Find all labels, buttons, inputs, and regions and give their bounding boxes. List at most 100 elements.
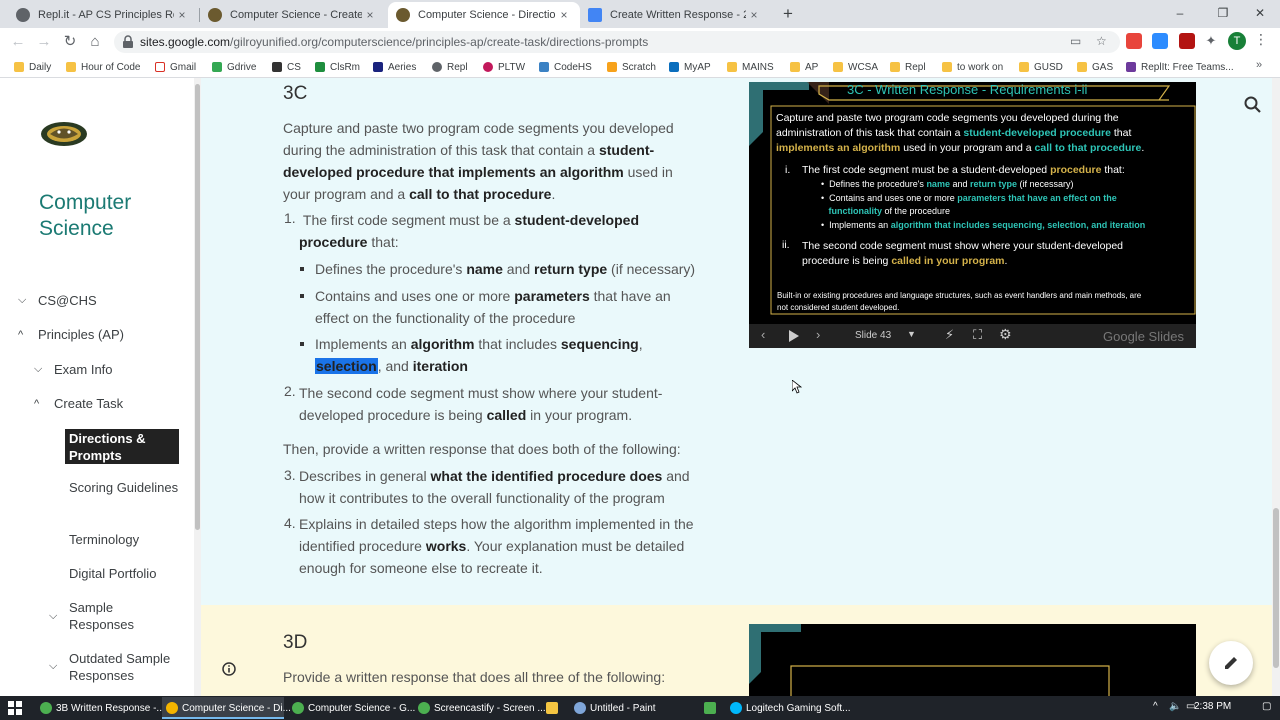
extension-red-icon[interactable] — [1126, 33, 1142, 49]
wildcat-logo-icon[interactable] — [40, 121, 88, 147]
slide-number[interactable]: Slide 43 — [855, 330, 891, 341]
tab-directions[interactable]: Computer Science - Directions & × — [388, 2, 580, 28]
tab-replit[interactable]: Repl.it - AP CS Principles Robot × — [8, 2, 198, 28]
back-arrow-icon[interactable]: ← — [8, 32, 28, 52]
profile-avatar[interactable]: T — [1228, 32, 1246, 50]
chevron-down-icon[interactable]: ⌵ — [18, 294, 30, 306]
nav-create-task[interactable]: Create Task — [54, 395, 123, 412]
folder-icon — [546, 702, 558, 714]
nav-scoring-guidelines[interactable]: Scoring Guidelines — [69, 479, 179, 496]
bookmark-wcsa[interactable]: WCSA — [833, 60, 878, 74]
forward-arrow-icon[interactable]: → — [34, 32, 54, 52]
tab-written-response[interactable]: Create Written Response - 2021 × — [580, 2, 770, 28]
tab-create-task[interactable]: Computer Science - Create Task × — [200, 2, 386, 28]
slide-item-i: The first code segment must be a student… — [802, 164, 1125, 176]
google-slides-brand[interactable]: Google Slides — [1103, 329, 1184, 344]
bookmarks-overflow-icon[interactable]: » — [1256, 59, 1262, 71]
bookmark-hour-of-code[interactable]: Hour of Code — [66, 60, 140, 74]
close-icon[interactable]: × — [174, 8, 190, 22]
extensions-puzzle-icon[interactable]: ✦ — [1203, 33, 1219, 49]
info-icon[interactable] — [222, 662, 236, 676]
nav-sample-responses[interactable]: Sample Responses — [69, 599, 159, 633]
taskbar-item-cs-g[interactable]: Computer Science - G... — [288, 697, 415, 719]
next-slide-icon[interactable]: › — [816, 327, 820, 342]
bookmark-replit-teams[interactable]: ReplIt: Free Teams... — [1126, 60, 1234, 74]
fullscreen-icon[interactable]: ⛶ — [973, 327, 982, 343]
edit-button[interactable] — [1209, 641, 1253, 685]
nav-exam-info[interactable]: Exam Info — [54, 361, 113, 378]
taskbar-item-3b[interactable]: 3B Written Response -... — [36, 697, 165, 719]
close-icon[interactable]: × — [746, 8, 762, 22]
browser-menu-icon[interactable]: ⋮ — [1254, 31, 1268, 48]
slide-dropdown-icon[interactable]: ▼ — [907, 329, 916, 339]
bookmark-myap[interactable]: MyAP — [669, 60, 711, 74]
nav-digital-portfolio[interactable]: Digital Portfolio — [69, 565, 156, 582]
reload-icon[interactable]: ↻ — [60, 32, 80, 52]
chevron-up-icon[interactable]: ^ — [34, 398, 46, 410]
page-scrollbar[interactable] — [1272, 78, 1280, 696]
taskbar-item-screencastify[interactable]: Screencastify - Screen ... — [414, 697, 546, 719]
chevron-up-icon[interactable]: ^ — [18, 329, 30, 341]
bookmark-scratch[interactable]: Scratch — [607, 60, 656, 74]
taskbar-item-cs-di[interactable]: Computer Science - Di... — [162, 697, 291, 719]
chevron-down-icon[interactable]: ⌵ — [34, 363, 46, 375]
selected-text[interactable]: selection — [315, 358, 378, 374]
embedded-slide[interactable]: 3C - Written Response - Requirements i-i… — [749, 82, 1196, 348]
restore-button[interactable]: ❐ — [1203, 2, 1243, 24]
chevron-down-icon[interactable]: ⌵ — [49, 610, 61, 622]
scrollbar-thumb[interactable] — [195, 84, 200, 530]
nav-outdated-samples[interactable]: Outdated Sample Responses — [69, 650, 189, 684]
minimize-button[interactable]: – — [1160, 2, 1200, 24]
nav-cs-chs[interactable]: CS@CHS — [38, 292, 97, 309]
chevron-down-icon[interactable]: ⌵ — [49, 660, 61, 672]
taskbar-item-explorer[interactable] — [542, 697, 564, 719]
bookmark-cs[interactable]: CS — [272, 60, 301, 74]
bookmark-gas[interactable]: GAS — [1077, 60, 1113, 74]
search-icon[interactable] — [1243, 95, 1263, 115]
cast-icon[interactable]: ▭ — [1070, 34, 1081, 48]
taskbar-item-logitech[interactable]: Logitech Gaming Soft... — [726, 697, 851, 719]
windows-start-icon[interactable] — [8, 701, 22, 715]
bookmark-mains[interactable]: MAINS — [727, 60, 774, 74]
screencastify-extension-icon[interactable] — [1179, 33, 1195, 49]
sidebar-scrollbar[interactable] — [194, 78, 201, 696]
gear-icon[interactable]: ⚙ — [999, 326, 1012, 343]
tab-title: Computer Science - Create Task — [230, 9, 362, 21]
volume-icon[interactable]: 🔈 — [1169, 701, 1181, 712]
taskbar-item-paint[interactable]: Untitled - Paint — [570, 697, 692, 719]
bookmark-aeries[interactable]: Aeries — [373, 60, 416, 74]
bookmark-to-work-on[interactable]: to work on — [942, 60, 1003, 74]
bookmark-repl-folder[interactable]: Repl — [890, 60, 926, 74]
address-bar[interactable]: sites.google.com/gilroyunified.org/compu… — [114, 31, 1120, 53]
taskbar-item-sheets[interactable] — [700, 697, 722, 719]
bookmark-codehs[interactable]: CodeHS — [539, 60, 592, 74]
bookmark-gmail[interactable]: Gmail — [155, 60, 196, 74]
previous-slide-icon[interactable]: ‹ — [761, 327, 765, 342]
clock-time[interactable]: 2:38 PM — [1194, 701, 1231, 712]
home-icon[interactable]: ⌂ — [85, 32, 105, 52]
play-icon[interactable] — [789, 330, 799, 342]
embedded-slide-3d[interactable] — [749, 624, 1196, 696]
bookmark-pltw[interactable]: PLTW — [483, 60, 525, 74]
speed-icon[interactable]: ⚡ — [945, 327, 954, 343]
bookmark-daily[interactable]: Daily — [14, 60, 51, 74]
bookmark-gdrive[interactable]: Gdrive — [212, 60, 256, 74]
close-icon[interactable]: × — [362, 8, 378, 22]
new-tab-button[interactable]: + — [778, 4, 798, 24]
bookmark-repl[interactable]: Repl — [432, 60, 468, 74]
nav-directions-prompts[interactable]: Directions & Prompts — [65, 429, 179, 464]
close-window-button[interactable]: ✕ — [1240, 2, 1280, 24]
scrollbar-thumb[interactable] — [1273, 508, 1279, 668]
nav-principles-ap[interactable]: Principles (AP) — [38, 326, 124, 343]
nav-terminology[interactable]: Terminology — [69, 531, 139, 548]
close-icon[interactable]: × — [556, 8, 572, 22]
star-icon[interactable]: ☆ — [1096, 34, 1107, 48]
bookmark-ap[interactable]: AP — [790, 60, 818, 74]
bookmark-gusd[interactable]: GUSD — [1019, 60, 1063, 74]
zoom-extension-icon[interactable] — [1152, 33, 1168, 49]
site-title[interactable]: Computer Science — [39, 190, 169, 242]
list-item-4: Explains in detailed steps how the algor… — [299, 516, 694, 576]
bookmark-clsrm[interactable]: ClsRm — [315, 60, 360, 74]
notifications-icon[interactable]: ▢ — [1262, 701, 1271, 712]
tray-chevron-up-icon[interactable]: ^ — [1153, 701, 1158, 712]
